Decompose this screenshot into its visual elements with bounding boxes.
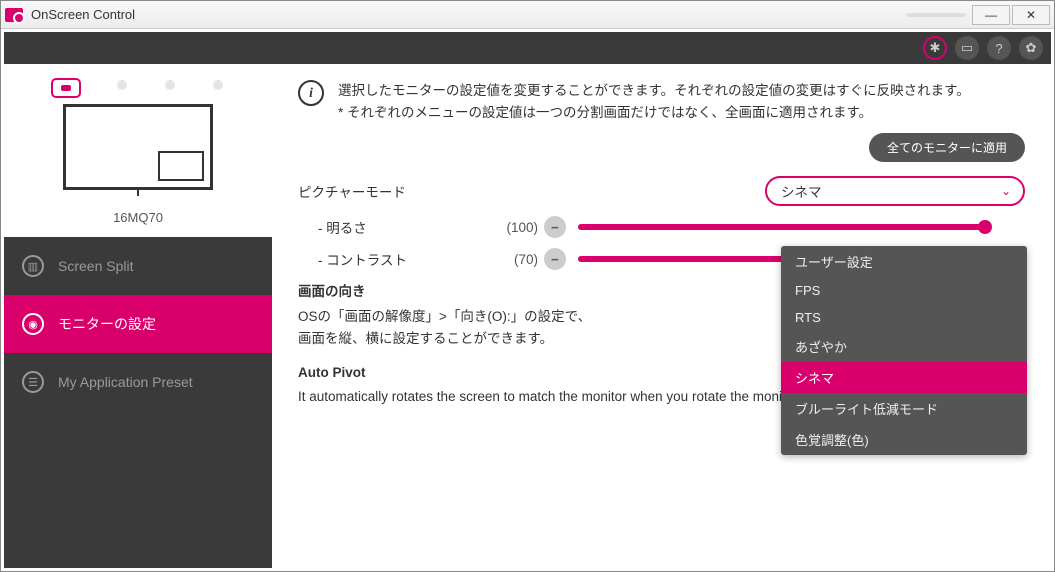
info-line-2: * それぞれのメニューの設定値は一つの分割画面だけではなく、全画面に適用されます… [338,102,970,124]
top-toolbar: ✱ ▭ ? ✿ [4,32,1051,64]
chevron-down-icon: ⌄ [1001,184,1011,198]
close-button[interactable]: ✕ [1012,5,1050,25]
dropdown-option[interactable]: ブルーライト低減モード [781,393,1027,424]
pointer-icon[interactable]: ✱ [923,36,947,60]
info-text: 選択したモニターの設定値を変更することができます。それぞれの設定値の変更はすぐに… [338,80,970,123]
settings-icon[interactable]: ✿ [1019,36,1043,60]
dropdown-option[interactable]: FPS [781,277,1027,304]
titlebar: OnScreen Control — ✕ [1,1,1054,29]
sidebar-item-label: モニターの設定 [58,314,156,334]
monitor-selector [14,80,262,96]
brightness-label: - 明るさ [298,217,478,237]
info-line-1: 選択したモニターの設定値を変更することができます。それぞれの設定値の変更はすぐに… [338,80,970,102]
monitor-dot-4[interactable] [213,80,223,90]
body: 16MQ70 ▥ Screen Split ◉ モニターの設定 ☰ My App… [4,64,1051,568]
brightness-row: - 明るさ (100) − + [298,216,1025,238]
picture-mode-select[interactable]: シネマ ⌄ [765,176,1025,206]
monitor-dot-3[interactable] [165,80,175,90]
display-icon[interactable]: ▭ [955,36,979,60]
dropdown-option[interactable]: 色覚調整(色) [781,424,1027,455]
sidebar-item-monitor-settings[interactable]: ◉ モニターの設定 [4,295,272,353]
titlebar-spacer [906,13,966,17]
info-icon: i [298,80,324,106]
monitor-card: 16MQ70 [4,64,272,237]
monitor-dot-2[interactable] [117,80,127,90]
picture-mode-dropdown: ユーザー設定 FPS RTS あざやか シネマ ブルーライト低減モード 色覚調整… [781,246,1027,455]
monitor-dot-1[interactable] [53,80,79,96]
sidebar-item-screen-split[interactable]: ▥ Screen Split [4,237,272,295]
minimize-button[interactable]: — [972,5,1010,25]
content: ✱ ▭ ? ✿ 16MQ70 [1,29,1054,571]
dropdown-option[interactable]: ユーザー設定 [781,246,1027,277]
brightness-slider[interactable] [578,224,985,230]
monitor-image [63,104,213,204]
sidebar-item-label: My Application Preset [58,374,193,390]
picture-mode-value: シネマ [781,181,822,201]
brightness-decrease-button[interactable]: − [544,216,566,238]
info-row: i 選択したモニターの設定値を変更することができます。それぞれの設定値の変更はす… [298,80,1025,123]
brightness-value: (100) [478,220,538,235]
window-buttons: — ✕ [972,5,1050,25]
app-preset-icon: ☰ [22,371,44,393]
window-title: OnScreen Control [31,7,906,22]
monitor-settings-icon: ◉ [22,313,44,335]
sidebar-item-label: Screen Split [58,258,133,274]
main-panel: i 選択したモニターの設定値を変更することができます。それぞれの設定値の変更はす… [272,64,1051,568]
app-icon [5,8,23,22]
dropdown-option[interactable]: あざやか [781,331,1027,362]
monitor-name: 16MQ70 [14,210,262,225]
app-window: OnScreen Control — ✕ ✱ ▭ ? ✿ [0,0,1055,572]
contrast-value: (70) [478,252,538,267]
sidebar: 16MQ70 ▥ Screen Split ◉ モニターの設定 ☰ My App… [4,64,272,568]
picture-mode-label: ピクチャーモード [298,181,498,201]
apply-all-button[interactable]: 全てのモニターに適用 [869,133,1025,162]
help-icon[interactable]: ? [987,36,1011,60]
dropdown-option[interactable]: RTS [781,304,1027,331]
contrast-label: - コントラスト [298,249,478,269]
picture-mode-row: ピクチャーモード シネマ ⌄ [298,176,1025,206]
dropdown-option-selected[interactable]: シネマ [781,362,1027,393]
contrast-decrease-button[interactable]: − [544,248,566,270]
split-icon: ▥ [22,255,44,277]
sidebar-item-app-preset[interactable]: ☰ My Application Preset [4,353,272,411]
